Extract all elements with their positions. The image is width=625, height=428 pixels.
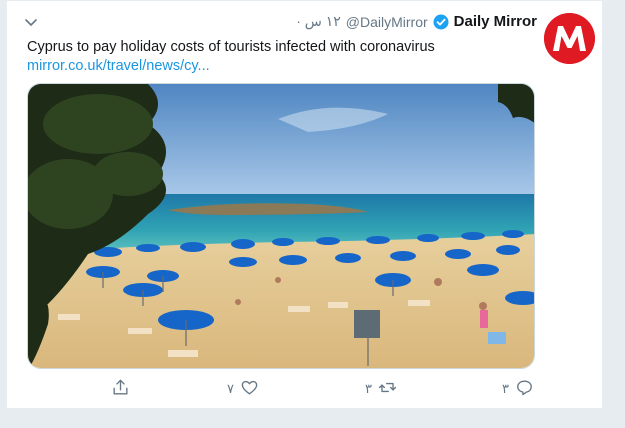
tweet-timestamp[interactable]: ١٢ س ·	[296, 13, 341, 30]
reply-count: ٣	[502, 381, 509, 396]
tweet-display-name[interactable]: Daily Mirror	[454, 13, 537, 30]
tweet-link[interactable]: mirror.co.uk/travel/news/cy...	[27, 56, 327, 76]
tweet-header: ١٢ س · @DailyMirror Daily Mirror	[17, 12, 537, 32]
like-count: ٧	[227, 381, 234, 396]
tweet-card[interactable]: ١٢ س · @DailyMirror Daily Mirror Cyprus …	[6, 0, 603, 409]
tweet-actions: ٣ ٣ ٧	[27, 376, 535, 400]
retweet-icon	[378, 378, 397, 400]
like-button[interactable]: ٧	[227, 378, 259, 400]
tweet-text: Cyprus to pay holiday costs of tourists …	[27, 39, 435, 55]
reply-icon	[515, 378, 534, 400]
tweet-photo[interactable]	[27, 83, 535, 369]
beach-photo	[28, 84, 534, 368]
share-button[interactable]	[111, 378, 130, 400]
verified-badge-icon	[433, 14, 449, 30]
retweet-button[interactable]: ٣	[365, 378, 397, 400]
like-icon	[240, 378, 259, 400]
daily-mirror-logo	[544, 13, 595, 64]
avatar[interactable]	[544, 13, 595, 64]
chevron-down-icon[interactable]	[23, 14, 39, 30]
reply-button[interactable]: ٣	[502, 378, 534, 400]
tweet-handle[interactable]: @DailyMirror	[346, 14, 428, 30]
retweet-count: ٣	[365, 381, 372, 396]
share-icon	[111, 378, 130, 400]
